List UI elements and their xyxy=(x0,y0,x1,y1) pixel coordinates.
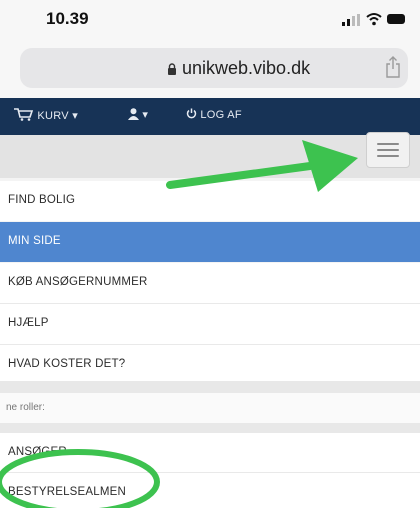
role-item-ansoeger[interactable]: ANSØGER xyxy=(0,433,420,473)
status-bar: 10.39 xyxy=(0,0,420,40)
user-menu[interactable]: ▾ xyxy=(128,108,148,121)
cart-label: KURV ▾ xyxy=(37,110,79,122)
hamburger-icon-line xyxy=(377,149,399,151)
battery-icon xyxy=(387,14,405,24)
menu-item-koeb-ansoegernummer[interactable]: KØB ANSØGERNUMMER xyxy=(0,263,420,303)
menu-item-hjaelp[interactable]: HJÆLP xyxy=(0,304,420,344)
logout-link[interactable]: LOG AF xyxy=(186,108,242,121)
cart-icon xyxy=(14,108,34,121)
menu-item-label: HJÆLP xyxy=(8,317,49,329)
menu-item-label: MIN SIDE xyxy=(8,235,61,247)
hamburger-button[interactable] xyxy=(366,132,410,168)
lock-icon xyxy=(168,63,176,75)
url-text: unikweb.vibo.dk xyxy=(182,58,311,78)
user-label: ▾ xyxy=(142,109,149,121)
signal-icon xyxy=(342,14,360,26)
url-field[interactable]: unikweb.vibo.dk xyxy=(20,48,408,88)
user-icon xyxy=(128,108,139,120)
menu-item-min-side[interactable]: MIN SIDE xyxy=(0,222,420,262)
site-top-nav: KURV ▾ ▾ LOG AF xyxy=(0,98,420,135)
logout-label: LOG AF xyxy=(200,109,242,121)
status-time: 10.39 xyxy=(46,9,89,28)
power-icon xyxy=(186,108,197,119)
share-icon[interactable] xyxy=(384,56,402,78)
hamburger-icon xyxy=(377,143,399,145)
section-separator xyxy=(0,381,420,393)
roles-header: ne roller: xyxy=(0,393,420,423)
role-item-label: BESTYRELSEALMEN xyxy=(8,486,127,498)
menu-item-label: HVAD KOSTER DET? xyxy=(8,358,126,370)
mobile-menu-bar xyxy=(0,132,420,178)
role-item-label: ANSØGER xyxy=(8,446,67,458)
role-item-bestyrelsealmen[interactable]: BESTYRELSEALMEN xyxy=(0,473,420,508)
menu-item-label: FIND BOLIG xyxy=(8,194,76,206)
cart-menu[interactable]: KURV ▾ xyxy=(14,108,78,122)
hamburger-icon-line xyxy=(377,155,399,157)
browser-bar: unikweb.vibo.dk xyxy=(0,40,420,98)
roles-label: ne roller: xyxy=(6,402,45,413)
wifi-icon xyxy=(366,13,382,26)
menu-item-hvad-koster-det[interactable]: HVAD KOSTER DET? xyxy=(0,345,420,385)
menu-item-label: KØB ANSØGERNUMMER xyxy=(8,276,148,288)
menu-item-find-bolig[interactable]: FIND BOLIG xyxy=(0,181,420,221)
section-separator xyxy=(0,423,420,433)
